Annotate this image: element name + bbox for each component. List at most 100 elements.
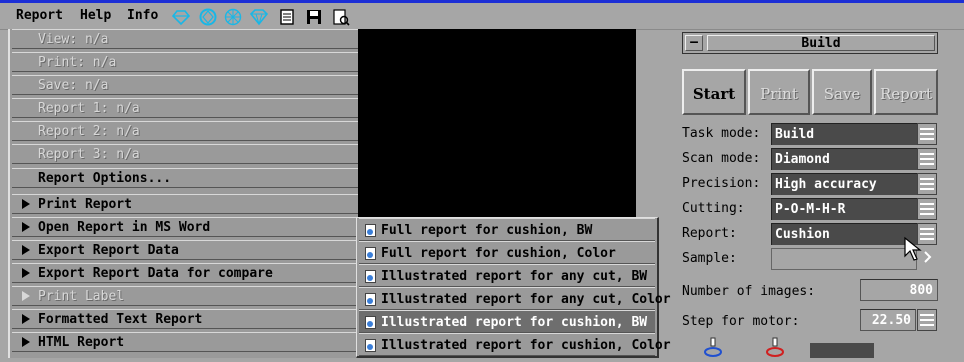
submenu-item[interactable]: Illustrated report for any cut, Color: [359, 287, 671, 310]
step-for-motor-field[interactable]: 22.50: [860, 309, 916, 331]
submenu-arrow-icon: [22, 337, 30, 347]
menu-item-label: Formatted Text Report: [38, 312, 203, 327]
number-of-images-label: Number of images:: [682, 284, 816, 299]
menu-report[interactable]: Report: [16, 6, 63, 26]
submenu-arrow-icon: [22, 199, 30, 209]
panel-title: Build: [707, 35, 935, 51]
menu-item[interactable]: HTML Report: [12, 332, 358, 352]
sample-label: Sample:: [682, 251, 737, 266]
notepad-icon[interactable]: [278, 8, 296, 26]
menu-bar: Report Help Info: [0, 3, 964, 30]
formatted-report-submenu: Full report for cushion, BW Full report f…: [356, 217, 671, 358]
task-mode-menu-icon[interactable]: [917, 123, 937, 145]
submenu-item[interactable]: Illustrated report for any cut, BW: [359, 264, 655, 287]
menu-item-label: Report 3: n/a: [38, 147, 140, 162]
cutting-label: Cutting:: [682, 201, 745, 216]
menu-item[interactable]: Report 1: n/a: [12, 98, 358, 118]
submenu-arrow-icon: [22, 291, 30, 301]
number-of-images-field[interactable]: 800: [860, 279, 938, 301]
image-viewport: [358, 29, 636, 219]
precision-field[interactable]: High accuracy: [771, 173, 917, 195]
menu-item[interactable]: Print Report: [12, 194, 358, 214]
menu-item-label: Report 1: n/a: [38, 101, 140, 116]
menu-help[interactable]: Help: [80, 6, 111, 26]
scan-mode-label: Scan mode:: [682, 151, 761, 166]
document-icon: [365, 270, 376, 283]
precision-label: Precision:: [682, 176, 761, 191]
rotate-blue-icon[interactable]: [702, 336, 724, 358]
menu-item[interactable]: Open Report in MS Word: [12, 217, 358, 237]
round-gem-icon[interactable]: [199, 8, 217, 26]
start-button[interactable]: Start: [682, 69, 746, 115]
step-for-motor-label: Step for motor:: [682, 314, 800, 329]
diamond-outline-icon[interactable]: [172, 8, 190, 26]
document-icon: [365, 293, 376, 306]
rotate-red-icon[interactable]: [764, 336, 786, 358]
menu-item[interactable]: View: n/a: [12, 29, 358, 49]
menu-item-label: Export Report Data for compare: [38, 266, 273, 281]
submenu-item-label: Illustrated report for any cut, BW: [381, 269, 648, 284]
report-document-icon[interactable]: [332, 8, 350, 26]
menu-item[interactable]: Report Options...: [12, 168, 358, 188]
menu-info[interactable]: Info: [127, 6, 158, 26]
menu-item-label: Print Report: [38, 197, 132, 212]
submenu-item-label: Illustrated report for cushion, Color: [381, 338, 671, 353]
scan-mode-field[interactable]: Diamond: [771, 148, 917, 170]
report-button[interactable]: Report: [874, 69, 938, 115]
document-icon: [365, 316, 376, 329]
menu-item-label: HTML Report: [38, 335, 125, 350]
menu-item[interactable]: Print: n/a: [12, 52, 358, 72]
submenu-item-label: Illustrated report for any cut, Color: [381, 292, 671, 307]
sample-field[interactable]: [771, 248, 917, 270]
submenu-item-label: Full report for cushion, BW: [381, 223, 593, 238]
scan-mode-menu-icon[interactable]: [917, 148, 937, 170]
submenu-item[interactable]: Full report for cushion, Color: [359, 241, 655, 264]
document-icon: [365, 247, 376, 260]
menu-item[interactable]: Report 3: n/a: [12, 144, 358, 164]
document-icon: [365, 339, 376, 352]
menu-item[interactable]: Print Label: [12, 286, 358, 306]
task-mode-field[interactable]: Build: [771, 123, 917, 145]
report-label: Report:: [682, 226, 737, 241]
gem-facets-icon[interactable]: [224, 8, 242, 26]
step-for-motor-menu-icon[interactable]: [917, 309, 937, 331]
submenu-item-label: Full report for cushion, Color: [381, 246, 616, 261]
submenu-item[interactable]: Illustrated report for cushion, BW: [359, 310, 655, 333]
document-icon: [365, 224, 376, 237]
submenu-item[interactable]: Illustrated report for cushion, Color: [359, 333, 671, 356]
menu-item-label: Print: n/a: [38, 55, 117, 70]
submenu-arrow-icon: [22, 222, 30, 232]
task-mode-label: Task mode:: [682, 126, 761, 141]
menu-item[interactable]: Export Report Data for compare: [12, 263, 358, 283]
precision-menu-icon[interactable]: [917, 173, 937, 195]
panel-titlebar: – Build: [682, 32, 938, 54]
submenu-arrow-icon: [22, 245, 30, 255]
mouse-cursor-icon: [904, 236, 932, 263]
menu-item-label: Report Options...: [38, 171, 172, 186]
submenu-item-label: Illustrated report for cushion, BW: [381, 315, 648, 330]
menu-item-label: Open Report in MS Word: [38, 220, 211, 235]
heart-gem-icon[interactable]: [250, 8, 268, 26]
minimize-button[interactable]: –: [685, 35, 703, 51]
menu-item-label: Report 2: n/a: [38, 124, 140, 139]
cutting-field[interactable]: P-O-M-H-R: [771, 198, 917, 220]
submenu-arrow-icon: [22, 314, 30, 324]
menu-item[interactable]: Report 2: n/a: [12, 121, 358, 141]
menu-item-label: Export Report Data: [38, 243, 179, 258]
menu-item-label: Print Label: [38, 289, 125, 304]
build-panel: – Build Start Print Save Report Task mod…: [676, 29, 964, 358]
report-field[interactable]: Cushion: [771, 223, 917, 245]
preview-box: [810, 343, 874, 358]
cutting-menu-icon[interactable]: [917, 198, 937, 220]
menu-item-label: View: n/a: [38, 32, 109, 47]
menu-item[interactable]: Export Report Data: [12, 240, 358, 260]
floppy-disk-icon[interactable]: [305, 8, 323, 26]
print-button[interactable]: Print: [748, 69, 810, 115]
menu-item[interactable]: Formatted Text Report: [12, 309, 358, 329]
save-button[interactable]: Save: [812, 69, 872, 115]
submenu-arrow-icon: [22, 268, 30, 278]
submenu-item[interactable]: Full report for cushion, BW: [359, 218, 655, 241]
report-menu: View: n/a Print: n/a Save: n/a Report 1: n/…: [8, 29, 362, 358]
menu-item[interactable]: Save: n/a: [12, 75, 358, 95]
menu-item-label: Save: n/a: [38, 78, 109, 93]
